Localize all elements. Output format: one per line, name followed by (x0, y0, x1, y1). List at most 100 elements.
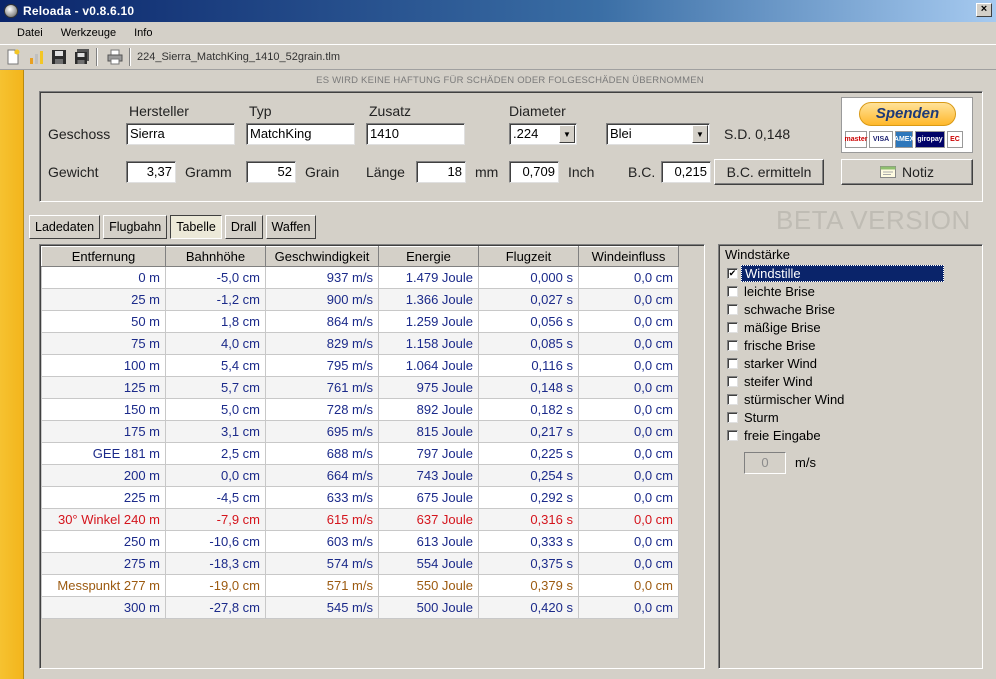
tab-drall[interactable]: Drall (224, 215, 263, 239)
col-header-energy[interactable]: Energie (378, 246, 479, 267)
tab-waffen[interactable]: Waffen (265, 215, 317, 239)
checkbox-icon[interactable] (727, 393, 738, 405)
manufacturer-header: Hersteller (129, 103, 189, 119)
menu-datei[interactable]: Datei (8, 27, 52, 39)
cell-trajectory: 2,5 cm (165, 442, 266, 465)
donate-box[interactable]: Spenden master VISA AMEX giropay EC (841, 97, 973, 153)
wind-option[interactable]: Sturm (727, 408, 944, 426)
cell-velocity: 688 m/s (265, 442, 379, 465)
table-row[interactable]: 125 m 5,7 cm 761 m/s 975 Joule 0,148 s 0,0 cm (41, 376, 679, 399)
window-title: Reloada - v0.8.6.10 (23, 4, 135, 18)
table-row[interactable]: 250 m -10,6 cm 603 m/s 613 Joule 0,333 s 0,0 … (41, 530, 679, 553)
tab-tabelle[interactable]: Tabelle (170, 215, 222, 239)
col-header-wind-drift[interactable]: Windeinfluss (578, 246, 679, 267)
col-header-velocity[interactable]: Geschwindigkeit (265, 246, 379, 267)
bc-field[interactable]: 0,215 (661, 161, 711, 183)
cell-energy: 975 Joule (378, 376, 479, 399)
table-body: 0 m -5,0 cm 937 m/s 1.479 Joule 0,000 s 0,0 c… (41, 266, 679, 619)
col-header-distance[interactable]: Entfernung (41, 246, 166, 267)
tab-flugbahn[interactable]: Flugbahn (103, 215, 168, 239)
cell-wind-drift: 0,0 cm (578, 398, 679, 421)
wind-option[interactable]: schwache Brise (727, 300, 944, 318)
note-icon (880, 166, 897, 178)
manufacturer-field[interactable]: Sierra (126, 123, 235, 145)
checkbox-icon[interactable] (727, 429, 738, 441)
col-header-trajectory[interactable]: Bahnhöhe (165, 246, 266, 267)
wind-option-label: frische Brise (744, 337, 816, 353)
cell-trajectory: -18,3 cm (165, 552, 266, 575)
table-row[interactable]: Messpunkt 277 m -19,0 cm 571 m/s 550 Joule 0… (41, 574, 679, 597)
length-mm-field[interactable]: 18 (416, 161, 466, 183)
table-row[interactable]: 30° Winkel 240 m -7,9 cm 615 m/s 637 Joule 0… (41, 508, 679, 531)
wind-option[interactable]: stürmischer Wind (727, 390, 944, 408)
suffix-field[interactable]: 1410 (366, 123, 465, 145)
table-row[interactable]: 300 m -27,8 cm 545 m/s 500 Joule 0,420 s 0,0 … (41, 596, 679, 619)
checkbox-icon[interactable] (727, 339, 738, 351)
cell-wind-drift: 0,0 cm (578, 552, 679, 575)
bc-determine-button[interactable]: B.C. ermitteln (714, 159, 824, 185)
cell-velocity: 633 m/s (265, 486, 379, 509)
table-row[interactable]: 175 m 3,1 cm 695 m/s 815 Joule 0,217 s 0,0 cm (41, 420, 679, 443)
weight-gramm-field[interactable]: 3,37 (126, 161, 176, 183)
table-row[interactable]: 75 m 4,0 cm 829 m/s 1.158 Joule 0,085 s 0,0 c… (41, 332, 679, 355)
ballistic-table-panel: Entfernung Bahnhöhe Geschwindigkeit Ener… (39, 244, 705, 669)
col-header-flight-time[interactable]: Flugzeit (478, 246, 579, 267)
cell-energy: 613 Joule (378, 530, 479, 553)
table-row[interactable]: 0 m -5,0 cm 937 m/s 1.479 Joule 0,000 s 0,0 c… (41, 266, 679, 289)
wind-option[interactable]: freie Eingabe (727, 426, 944, 444)
wind-option[interactable]: mäßige Brise (727, 318, 944, 336)
wind-option[interactable]: ✔ Windstille (727, 264, 944, 282)
checkbox-icon[interactable] (727, 375, 738, 387)
wind-unit: m/s (795, 455, 816, 470)
print-icon[interactable] (105, 47, 125, 67)
toolbar: 224_Sierra_MatchKing_1410_52grain.tlm (0, 44, 996, 70)
table-row[interactable]: 200 m 0,0 cm 664 m/s 743 Joule 0,254 s 0,0 cm (41, 464, 679, 487)
chart-icon[interactable] (26, 47, 46, 67)
wind-option[interactable]: frische Brise (727, 336, 944, 354)
table-row[interactable]: 275 m -18,3 cm 574 m/s 554 Joule 0,375 s 0,0 … (41, 552, 679, 575)
table-row[interactable]: GEE 181 m 2,5 cm 688 m/s 797 Joule 0,225 s 0,… (41, 442, 679, 465)
menu-werkzeuge[interactable]: Werkzeuge (52, 27, 125, 39)
save-icon[interactable] (49, 47, 69, 67)
menu-info[interactable]: Info (125, 27, 161, 39)
cell-wind-drift: 0,0 cm (578, 310, 679, 333)
chevron-down-icon[interactable]: ▼ (692, 125, 708, 143)
cell-wind-drift: 0,0 cm (578, 288, 679, 311)
close-button[interactable]: × (976, 3, 992, 17)
wind-option[interactable]: starker Wind (727, 354, 944, 372)
diameter-select[interactable]: .224 ▼ (509, 123, 577, 145)
note-button[interactable]: Notiz (841, 159, 973, 185)
chevron-down-icon[interactable]: ▼ (559, 125, 575, 143)
new-file-icon[interactable] (3, 47, 23, 67)
custom-wind-input[interactable]: 0 (744, 452, 786, 474)
material-select[interactable]: Blei ▼ (606, 123, 710, 145)
checkbox-icon[interactable] (727, 357, 738, 369)
donate-button[interactable]: Spenden (859, 102, 956, 126)
weight-grain-field[interactable]: 52 (246, 161, 296, 183)
cell-velocity: 761 m/s (265, 376, 379, 399)
wind-option-label: steifer Wind (744, 373, 813, 389)
cell-distance: 75 m (41, 332, 166, 355)
table-row[interactable]: 225 m -4,5 cm 633 m/s 675 Joule 0,292 s 0,0 c… (41, 486, 679, 509)
cell-energy: 1.259 Joule (378, 310, 479, 333)
tab-ladedaten[interactable]: Ladedaten (29, 215, 101, 239)
table-row[interactable]: 150 m 5,0 cm 728 m/s 892 Joule 0,182 s 0,0 cm (41, 398, 679, 421)
cell-wind-drift: 0,0 cm (578, 486, 679, 509)
checkbox-icon[interactable] (727, 411, 738, 423)
table-row[interactable]: 50 m 1,8 cm 864 m/s 1.259 Joule 0,056 s 0,0 c… (41, 310, 679, 333)
length-inch-field[interactable]: 0,709 (509, 161, 559, 183)
checkbox-icon[interactable] (727, 285, 738, 297)
checkbox-icon[interactable] (727, 321, 738, 333)
type-field[interactable]: MatchKing (246, 123, 355, 145)
wind-option[interactable]: leichte Brise (727, 282, 944, 300)
table-row[interactable]: 25 m -1,2 cm 900 m/s 1.366 Joule 0,027 s 0,0 … (41, 288, 679, 311)
cell-trajectory: 1,8 cm (165, 310, 266, 333)
length-label: Länge (366, 164, 405, 180)
table-row[interactable]: 100 m 5,4 cm 795 m/s 1.064 Joule 0,116 s 0,0 … (41, 354, 679, 377)
wind-option[interactable]: steifer Wind (727, 372, 944, 390)
checkbox-checked-icon[interactable]: ✔ (727, 267, 738, 279)
checkbox-icon[interactable] (727, 303, 738, 315)
cell-distance: 100 m (41, 354, 166, 377)
cell-velocity: 864 m/s (265, 310, 379, 333)
save-all-icon[interactable] (72, 47, 92, 67)
